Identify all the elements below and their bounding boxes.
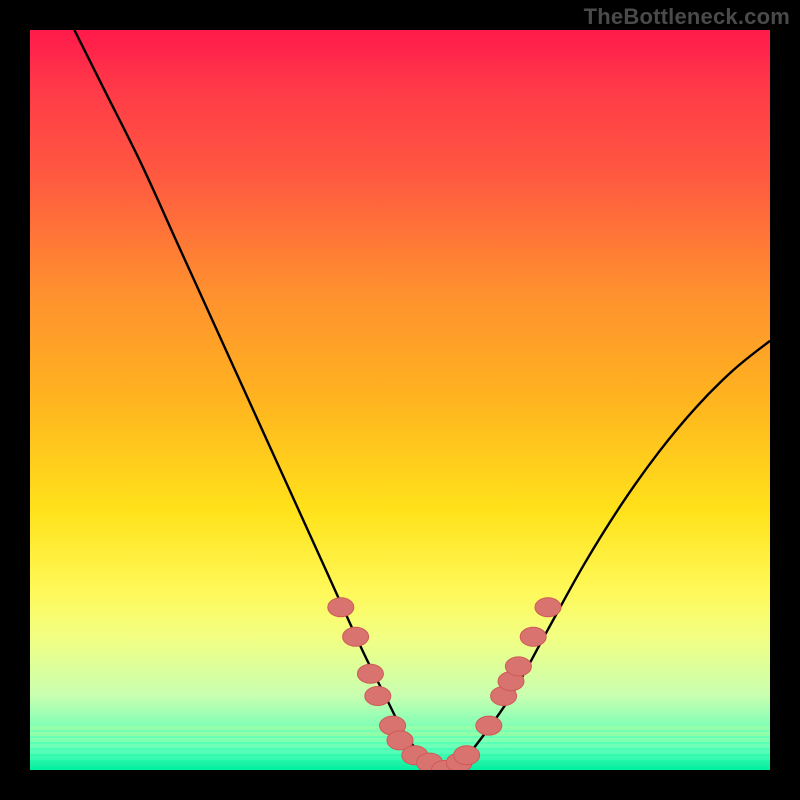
marker-point bbox=[343, 627, 369, 646]
markers-group bbox=[328, 598, 561, 770]
marker-point bbox=[365, 687, 391, 706]
marker-point bbox=[520, 627, 546, 646]
plot-area bbox=[30, 30, 770, 770]
marker-point bbox=[535, 598, 561, 617]
watermark-text: TheBottleneck.com bbox=[584, 4, 790, 30]
marker-point bbox=[505, 657, 531, 676]
marker-point bbox=[328, 598, 354, 617]
curve-layer bbox=[30, 30, 770, 770]
marker-point bbox=[476, 716, 502, 735]
marker-point bbox=[357, 664, 383, 683]
bottleneck-curve-path bbox=[74, 30, 770, 770]
chart-frame: TheBottleneck.com bbox=[0, 0, 800, 800]
marker-point bbox=[454, 746, 480, 765]
